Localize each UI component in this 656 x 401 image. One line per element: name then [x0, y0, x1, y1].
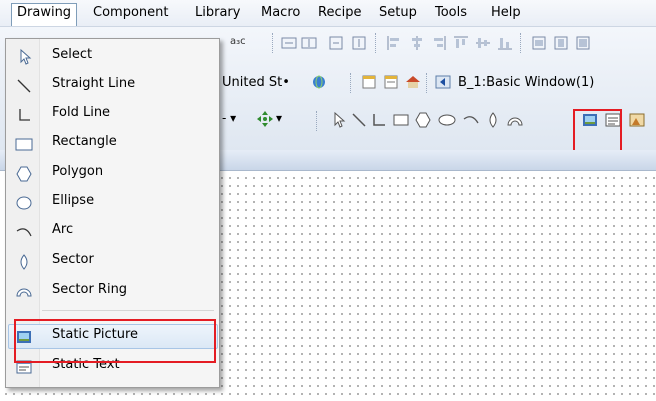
menu-help[interactable]: Help: [486, 4, 526, 22]
toolbar-separator: [316, 111, 319, 131]
ellipse-icon: [16, 196, 32, 210]
menu-item-select[interactable]: Select: [6, 44, 219, 69]
menu-item-fold-line[interactable]: Fold Line: [6, 102, 219, 127]
move-dropdown[interactable]: ▾: [276, 111, 282, 125]
menu-recipe[interactable]: Recipe: [313, 4, 366, 22]
same-width-icon[interactable]: [530, 34, 548, 52]
menu-item-arc[interactable]: Arc: [6, 219, 219, 244]
same-size-icon[interactable]: [574, 34, 592, 52]
rectangle-tool-icon[interactable]: [392, 111, 410, 129]
sector-icon: [20, 254, 28, 270]
menu-item-polygon[interactable]: Polygon: [6, 161, 219, 186]
new-window-icon[interactable]: [360, 73, 378, 91]
rectangle-icon: [15, 138, 33, 151]
sector-ring-tool-icon[interactable]: [506, 111, 524, 129]
menu-item-label: Rectangle: [52, 134, 117, 149]
arrow-cursor-icon: [20, 48, 32, 65]
menu-item-label: Ellipse: [52, 193, 95, 208]
home-window-icon[interactable]: [404, 73, 422, 91]
globe-icon[interactable]: [310, 73, 328, 91]
polygon-tool-icon[interactable]: [414, 111, 432, 129]
picture-library-tool-icon[interactable]: [628, 111, 646, 129]
align-objects-middle-icon[interactable]: [474, 34, 492, 52]
menu-separator: [42, 310, 214, 311]
window-list-icon[interactable]: [382, 73, 400, 91]
polygon-icon: [16, 166, 32, 182]
fold-line-icon: [19, 109, 30, 121]
select-tool-icon[interactable]: [330, 111, 348, 129]
same-height-icon[interactable]: [552, 34, 570, 52]
toolbar-separator: [426, 73, 429, 93]
menu-item-sector[interactable]: Sector: [6, 249, 219, 274]
ellipse-tool-icon[interactable]: [438, 111, 456, 129]
menu-component[interactable]: Component: [88, 4, 173, 22]
align-objects-top-icon[interactable]: [452, 34, 470, 52]
align-right-icon[interactable]: [327, 34, 345, 52]
move-arrows-icon[interactable]: [256, 110, 274, 128]
menu-item-ellipse[interactable]: Ellipse: [6, 190, 219, 215]
toolbar-separator: [375, 33, 378, 53]
menu-bar: Drawing Component Library Macro Recipe S…: [0, 0, 656, 27]
straight-line-icon: [17, 79, 31, 93]
toolbar-separator: [350, 73, 353, 93]
text-format-icon[interactable]: a₃c: [230, 33, 248, 51]
menu-library[interactable]: Library: [190, 4, 245, 22]
align-objects-bottom-icon[interactable]: [496, 34, 514, 52]
align-objects-right-icon[interactable]: [430, 34, 448, 52]
back-window-icon[interactable]: [434, 73, 452, 91]
align-objects-left-icon[interactable]: [385, 34, 403, 52]
line-style-dropdown[interactable]: - ▾: [222, 111, 236, 125]
menu-highlight-box: [14, 319, 216, 363]
line-tool-icon[interactable]: [350, 111, 368, 129]
align-center-icon[interactable]: [300, 34, 318, 52]
arc-icon: [16, 228, 32, 237]
align-left-icon[interactable]: [280, 34, 298, 52]
menu-tools[interactable]: Tools: [430, 4, 472, 22]
menu-item-label: Sector Ring: [52, 282, 128, 297]
align-objects-center-icon[interactable]: [408, 34, 426, 52]
window-select[interactable]: B_1:Basic Window(1): [458, 75, 594, 90]
toolbar-highlight-box: [573, 109, 622, 153]
menu-drawing[interactable]: Drawing: [11, 3, 78, 26]
menu-item-label: Sector: [52, 252, 94, 267]
language-select[interactable]: United St•: [222, 75, 290, 90]
menu-item-rectangle[interactable]: Rectangle: [6, 131, 219, 156]
align-top-icon[interactable]: [350, 34, 368, 52]
sector-ring-icon: [16, 288, 32, 297]
menu-macro[interactable]: Macro: [256, 4, 305, 22]
menu-item-label: Select: [52, 47, 93, 62]
menu-setup[interactable]: Setup: [374, 4, 422, 22]
menu-item-label: Straight Line: [52, 76, 136, 91]
toolbar-separator: [520, 33, 523, 53]
toolbar-separator: [272, 33, 275, 53]
sector-tool-icon[interactable]: [484, 111, 502, 129]
arc-tool-icon[interactable]: [462, 111, 480, 129]
menu-item-label: Fold Line: [52, 105, 111, 120]
menu-item-label: Arc: [52, 222, 74, 237]
fold-line-tool-icon[interactable]: [370, 111, 388, 129]
menu-item-sector-ring[interactable]: Sector Ring: [6, 279, 219, 304]
menu-item-label: Polygon: [52, 164, 104, 179]
menu-item-straight-line[interactable]: Straight Line: [6, 73, 219, 98]
